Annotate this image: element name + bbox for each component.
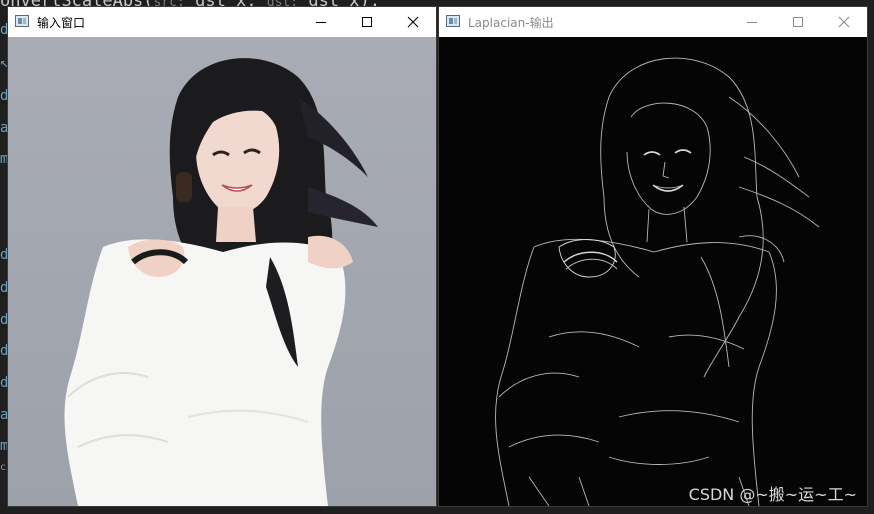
- input-image: [8, 37, 436, 506]
- maximize-button[interactable]: [344, 7, 390, 37]
- close-button[interactable]: [390, 7, 436, 37]
- edge-image: [495, 57, 820, 506]
- close-icon: [407, 16, 419, 28]
- maximize-button[interactable]: [775, 7, 821, 37]
- gutter-char: c: [0, 462, 7, 473]
- app-icon: [15, 15, 29, 27]
- minimize-icon: [316, 22, 326, 23]
- laplacian-output-image: CSDN @~搬~运~工~: [439, 37, 867, 506]
- input-window-title: 输入窗口: [37, 16, 86, 30]
- output-window-titlebar[interactable]: Laplacian-输出: [439, 7, 867, 37]
- minimize-button[interactable]: [298, 7, 344, 37]
- close-icon: [838, 16, 850, 28]
- minimize-icon: [747, 22, 757, 23]
- output-window-title: Laplacian-输出: [468, 16, 554, 30]
- input-window-titlebar[interactable]: 输入窗口: [8, 7, 436, 37]
- csdn-watermark: CSDN @~搬~运~工~: [688, 485, 857, 504]
- close-button[interactable]: [821, 7, 867, 37]
- input-window[interactable]: 输入窗口: [8, 7, 436, 506]
- minimize-button[interactable]: [729, 7, 775, 37]
- maximize-icon: [793, 17, 803, 27]
- maximize-icon: [362, 17, 372, 27]
- app-icon: [446, 15, 460, 27]
- laplacian-output-window[interactable]: Laplacian-输出 CSDN @~搬~运~工~: [439, 7, 867, 506]
- portrait-photo: [64, 58, 378, 506]
